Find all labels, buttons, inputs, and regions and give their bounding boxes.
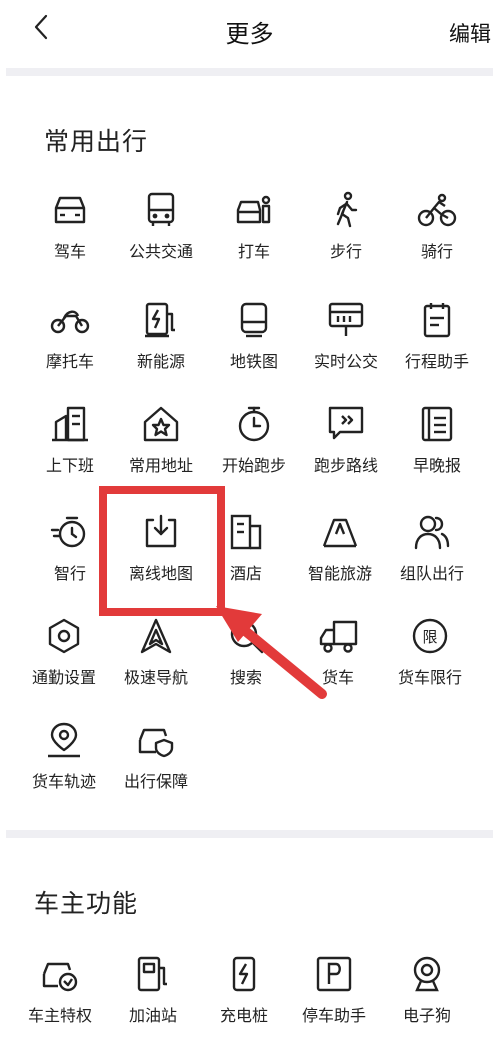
highlight-arrow-icon bbox=[216, 606, 327, 699]
